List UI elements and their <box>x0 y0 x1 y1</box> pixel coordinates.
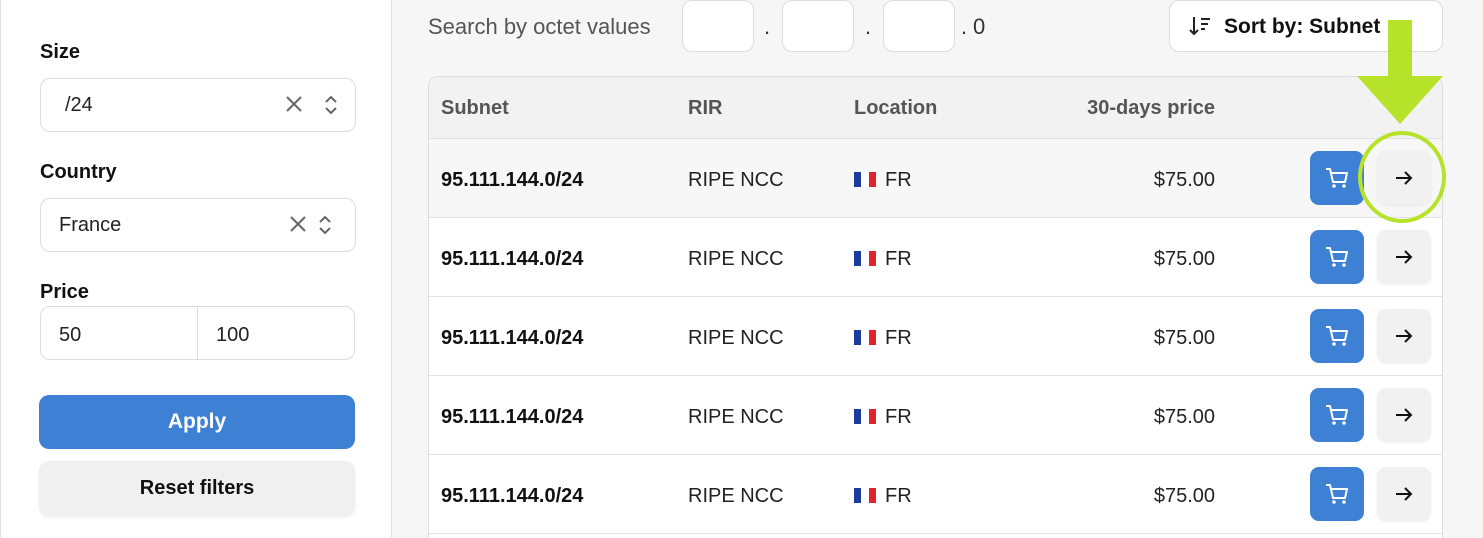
add-to-cart-button[interactable] <box>1310 467 1364 521</box>
octet-input-1[interactable] <box>682 0 754 52</box>
sort-icon <box>1189 17 1210 36</box>
country-cell: FR <box>885 169 912 191</box>
view-details-button[interactable] <box>1377 230 1431 284</box>
octet-input-3[interactable] <box>883 0 955 52</box>
annotation-arrow-icon <box>1357 20 1443 124</box>
chevron-up-down-icon <box>325 95 337 115</box>
size-select[interactable]: /24 <box>40 78 356 132</box>
table-row[interactable]: 95.111.144.0/24 RIPE NCC FR $75.00 <box>429 455 1442 534</box>
add-to-cart-button[interactable] <box>1310 151 1364 205</box>
arrow-right-icon <box>1396 250 1413 264</box>
price-cell: $75.00 <box>1153 169 1215 191</box>
table-row[interactable]: 95.111.144.0/24 RIPE NCC FR $75.00 <box>429 297 1442 376</box>
add-to-cart-button[interactable] <box>1310 309 1364 363</box>
view-details-button[interactable] <box>1377 388 1431 442</box>
price-cell: $75.00 <box>1153 406 1215 428</box>
filter-sidebar: Size /24 Country France Price 50 100 <box>0 0 392 538</box>
cart-icon <box>1326 247 1348 267</box>
column-header-rir[interactable]: RIR <box>688 97 722 120</box>
table-row[interactable]: 95.111.144.0/24 RIPE NCC FR $75.00 <box>429 376 1442 455</box>
cart-icon <box>1326 168 1348 188</box>
column-header-subnet[interactable]: Subnet <box>441 97 509 120</box>
france-flag-icon <box>854 488 876 503</box>
add-to-cart-button[interactable] <box>1310 230 1364 284</box>
country-cell: FR <box>885 327 912 349</box>
cart-icon <box>1326 484 1348 504</box>
size-label: Size <box>40 41 81 63</box>
rir-cell: RIPE NCC <box>688 485 784 507</box>
close-icon[interactable] <box>287 213 309 235</box>
price-min-input[interactable]: 50 <box>40 306 198 360</box>
france-flag-icon <box>854 409 876 424</box>
chevron-up-down-icon <box>319 215 331 235</box>
country-cell: FR <box>885 248 912 270</box>
arrow-right-icon <box>1396 487 1413 501</box>
subnet-cell: 95.111.144.0/24 <box>441 248 584 270</box>
rir-cell: RIPE NCC <box>688 248 784 270</box>
price-cell: $75.00 <box>1153 485 1215 507</box>
table-row[interactable]: 95.111.144.0/24 RIPE NCC FR $75.00 <box>429 218 1442 297</box>
octet-separator: . <box>961 14 968 39</box>
table-row[interactable]: 95.111.144.0/24 RIPE NCC FR $75.00 <box>429 139 1442 218</box>
add-to-cart-button[interactable] <box>1310 388 1364 442</box>
france-flag-icon <box>854 251 876 266</box>
column-header-location[interactable]: Location <box>854 97 937 120</box>
price-max-input[interactable]: 100 <box>197 306 355 360</box>
annotation-highlight-circle <box>1358 131 1446 223</box>
octet-separator: . <box>764 14 771 39</box>
cart-icon <box>1326 405 1348 425</box>
table-header: Subnet RIR Location 30-days price <box>429 77 1442 139</box>
price-label: Price <box>40 281 89 303</box>
octet-separator: . <box>865 14 872 39</box>
france-flag-icon <box>854 172 876 187</box>
view-details-button[interactable] <box>1377 309 1431 363</box>
subnet-cell: 95.111.144.0/24 <box>441 406 584 428</box>
rir-cell: RIPE NCC <box>688 327 784 349</box>
reset-filters-button[interactable]: Reset filters <box>39 461 355 515</box>
cart-icon <box>1326 326 1348 346</box>
arrow-right-icon <box>1396 329 1413 343</box>
subnet-cell: 95.111.144.0/24 <box>441 169 584 191</box>
apply-button[interactable]: Apply <box>39 395 355 449</box>
view-details-button[interactable] <box>1377 467 1431 521</box>
subnet-cell: 95.111.144.0/24 <box>441 327 584 349</box>
size-select-value: /24 <box>65 94 93 116</box>
subnet-cell: 95.111.144.0/24 <box>441 485 584 507</box>
octet-input-2[interactable] <box>782 0 854 52</box>
country-select-value: France <box>59 214 122 236</box>
octet-last-value: 0 <box>973 14 986 39</box>
arrow-right-icon <box>1396 408 1413 422</box>
france-flag-icon <box>854 330 876 345</box>
rir-cell: RIPE NCC <box>688 169 784 191</box>
octet-search-label: Search by octet values <box>428 14 651 39</box>
country-label: Country <box>40 161 117 183</box>
country-cell: FR <box>885 485 912 507</box>
rir-cell: RIPE NCC <box>688 406 784 428</box>
country-cell: FR <box>885 406 912 428</box>
close-icon[interactable] <box>283 93 305 115</box>
country-select[interactable]: France <box>40 198 356 252</box>
price-cell: $75.00 <box>1153 248 1215 270</box>
subnet-table: Subnet RIR Location 30-days price 95.111… <box>428 76 1443 538</box>
column-header-price[interactable]: 30-days price <box>1087 97 1215 120</box>
price-cell: $75.00 <box>1153 327 1215 349</box>
